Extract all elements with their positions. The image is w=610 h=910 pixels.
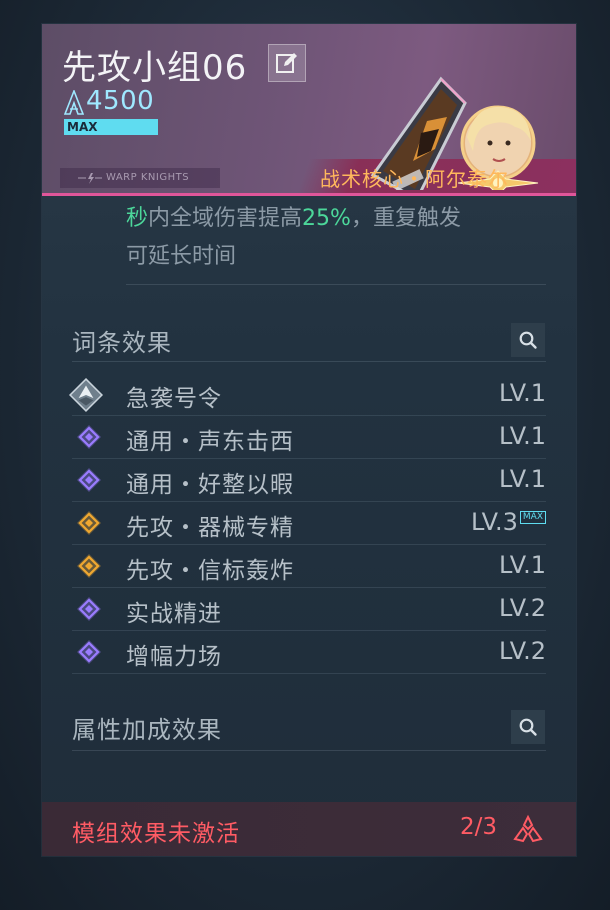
- divider: [72, 750, 546, 751]
- attributes-section-title: 属性加成效果: [72, 716, 222, 744]
- search-icon: [519, 331, 537, 349]
- module-status-bar[interactable]: 模组效果未激活 2/3: [42, 802, 576, 856]
- entry-level: LV.2: [499, 594, 546, 622]
- entry-row[interactable]: 先攻・器械专精 LV.3 MAX: [72, 502, 546, 545]
- module-icon: [513, 814, 543, 843]
- entry-name: 增幅力场: [126, 644, 222, 670]
- bolt-icon: [78, 173, 102, 184]
- entry-row[interactable]: 急袭号令 LV.1: [68, 373, 546, 416]
- entry-level: LV.2: [499, 637, 546, 665]
- purple-diamond-icon: [77, 425, 101, 449]
- squad-header: 先攻小组06 4500 MAX WARP KNIGHTS 战术核心・阿尔泰尔: [42, 24, 576, 196]
- entry-level-text: LV.2: [499, 637, 546, 665]
- tactical-core-label: 战术核心・阿尔泰尔: [320, 167, 509, 191]
- gold-diamond-icon: [77, 554, 101, 578]
- edit-icon: [276, 53, 297, 73]
- skill-description: 秒内全域伤害提高25%，重复触发 可延长时间: [126, 200, 556, 276]
- desc-mid: 内全域伤害提高: [148, 206, 303, 231]
- entry-level: LV.1: [499, 465, 546, 493]
- module-count: 2/3: [460, 814, 498, 840]
- gold-diamond-icon: [77, 511, 101, 535]
- search-icon: [519, 718, 537, 736]
- attributes-search-button[interactable]: [511, 710, 545, 744]
- edit-name-button[interactable]: [268, 44, 306, 82]
- power-icon: [64, 90, 84, 115]
- entry-name: 通用・好整以暇: [126, 472, 294, 498]
- silver-emblem-icon: [68, 377, 104, 413]
- entries-search-button[interactable]: [511, 323, 545, 357]
- purple-diamond-icon: [77, 468, 101, 492]
- entry-level-text: LV.1: [499, 379, 546, 407]
- entry-name: 急袭号令: [126, 386, 222, 412]
- power-value: 4500: [86, 86, 155, 116]
- desc-prefix: 秒: [126, 206, 149, 231]
- purple-diamond-icon: [77, 597, 101, 621]
- entry-row[interactable]: 增幅力场 LV.2: [72, 631, 546, 674]
- entry-name: 先攻・器械专精: [126, 515, 294, 541]
- entry-level-text: LV.1: [499, 551, 546, 579]
- desc-suffix: ，重复触发: [350, 206, 461, 231]
- brand-label: WARP KNIGHTS: [60, 168, 220, 188]
- max-level-badge: MAX: [519, 511, 546, 524]
- entry-level: LV.1: [499, 422, 546, 450]
- entry-level: LV.1: [499, 379, 546, 407]
- entry-name: 通用・声东击西: [126, 429, 294, 455]
- entry-row[interactable]: 通用・声东击西 LV.1: [72, 416, 546, 459]
- purple-diamond-icon: [77, 640, 101, 664]
- entry-row[interactable]: 通用・好整以暇 LV.1: [72, 459, 546, 502]
- module-status-text: 模组效果未激活: [72, 821, 240, 847]
- entry-name: 先攻・信标轰炸: [126, 558, 294, 584]
- divider: [72, 361, 546, 362]
- entry-row[interactable]: 实战精进 LV.2: [72, 588, 546, 631]
- entry-level: LV.1: [499, 551, 546, 579]
- desc-value: 25%: [302, 206, 351, 231]
- entry-level-text: LV.2: [499, 594, 546, 622]
- max-badge: MAX: [64, 119, 158, 135]
- brand-text: WARP KNIGHTS: [106, 172, 190, 183]
- squad-name: 先攻小组06: [62, 48, 248, 88]
- entries-section-title: 词条效果: [72, 329, 172, 357]
- entry-name: 实战精进: [126, 601, 222, 627]
- entry-row[interactable]: 先攻・信标轰炸 LV.1: [72, 545, 546, 588]
- entry-level-text: LV.3: [470, 508, 518, 536]
- entry-level-text: LV.1: [499, 422, 546, 450]
- divider: [126, 284, 546, 285]
- entry-level-text: LV.1: [499, 465, 546, 493]
- desc-line2: 可延长时间: [126, 244, 237, 269]
- entry-level: LV.3 MAX: [471, 508, 546, 536]
